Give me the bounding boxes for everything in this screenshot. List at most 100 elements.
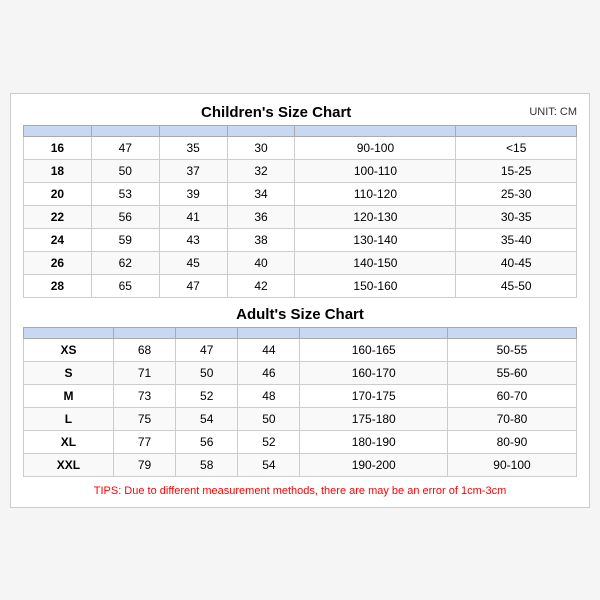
children-col-size — [24, 125, 92, 136]
table-cell: 30 — [227, 136, 295, 159]
table-cell: 100-110 — [295, 159, 456, 182]
children-title-row: Children's Size Chart UNIT: CM — [23, 104, 577, 121]
table-cell: 38 — [227, 228, 295, 251]
children-col-bust-w — [159, 125, 227, 136]
table-row: 20533934110-12025-30 — [24, 182, 577, 205]
table-cell: 58 — [176, 453, 238, 476]
table-row: 1647353090-100<15 — [24, 136, 577, 159]
children-col-pant-length — [227, 125, 295, 136]
table-cell: 75 — [113, 407, 175, 430]
table-cell: 62 — [91, 251, 159, 274]
chart-container: Children's Size Chart UNIT: CM 164735309… — [10, 93, 590, 508]
table-cell: 44 — [238, 338, 300, 361]
children-col-height — [295, 125, 456, 136]
table-cell: 50-55 — [447, 338, 576, 361]
table-cell: 47 — [91, 136, 159, 159]
table-cell: 28 — [24, 274, 92, 297]
table-cell: 59 — [91, 228, 159, 251]
table-cell: 70-80 — [447, 407, 576, 430]
adult-header-row — [24, 327, 577, 338]
table-cell: 47 — [159, 274, 227, 297]
table-row: L755450175-18070-80 — [24, 407, 577, 430]
children-chart-title: Children's Size Chart — [23, 104, 529, 121]
adult-col-height — [300, 327, 448, 338]
table-cell: 90-100 — [295, 136, 456, 159]
adult-title-row: Adult's Size Chart — [23, 306, 577, 323]
table-cell: 71 — [113, 361, 175, 384]
table-cell: 180-190 — [300, 430, 448, 453]
table-cell: 56 — [91, 205, 159, 228]
table-cell: 68 — [113, 338, 175, 361]
table-row: XXL795854190-20090-100 — [24, 453, 577, 476]
table-cell: 160-170 — [300, 361, 448, 384]
table-row: 22564136120-13030-35 — [24, 205, 577, 228]
table-cell: XL — [24, 430, 114, 453]
adult-col-top-length — [113, 327, 175, 338]
table-cell: 50 — [238, 407, 300, 430]
table-cell: L — [24, 407, 114, 430]
table-cell: 15-25 — [456, 159, 577, 182]
table-cell: 50 — [91, 159, 159, 182]
table-cell: 175-180 — [300, 407, 448, 430]
table-cell: 50 — [176, 361, 238, 384]
table-cell: 170-175 — [300, 384, 448, 407]
adult-col-size — [24, 327, 114, 338]
table-cell: 77 — [113, 430, 175, 453]
children-table-body: 1647353090-100<1518503732100-11015-25205… — [24, 136, 577, 297]
table-cell: 45-50 — [456, 274, 577, 297]
table-cell: 46 — [238, 361, 300, 384]
table-row: S715046160-17055-60 — [24, 361, 577, 384]
table-cell: 140-150 — [295, 251, 456, 274]
table-row: M735248170-17560-70 — [24, 384, 577, 407]
table-cell: 120-130 — [295, 205, 456, 228]
table-cell: 25-30 — [456, 182, 577, 205]
table-cell: 80-90 — [447, 430, 576, 453]
table-row: 24594338130-14035-40 — [24, 228, 577, 251]
table-cell: 18 — [24, 159, 92, 182]
table-cell: 54 — [176, 407, 238, 430]
table-cell: 79 — [113, 453, 175, 476]
table-row: 26624540140-15040-45 — [24, 251, 577, 274]
table-cell: 30-35 — [456, 205, 577, 228]
children-col-top-length — [91, 125, 159, 136]
table-cell: 40 — [227, 251, 295, 274]
table-cell: S — [24, 361, 114, 384]
table-row: XL775652180-19080-90 — [24, 430, 577, 453]
table-cell: 130-140 — [295, 228, 456, 251]
table-cell: 24 — [24, 228, 92, 251]
table-cell: 110-120 — [295, 182, 456, 205]
table-row: 18503732100-11015-25 — [24, 159, 577, 182]
table-cell: XS — [24, 338, 114, 361]
table-cell: 26 — [24, 251, 92, 274]
table-cell: 90-100 — [447, 453, 576, 476]
table-cell: 45 — [159, 251, 227, 274]
table-cell: 48 — [238, 384, 300, 407]
table-cell: 22 — [24, 205, 92, 228]
table-cell: 41 — [159, 205, 227, 228]
table-cell: <15 — [456, 136, 577, 159]
table-cell: 37 — [159, 159, 227, 182]
unit-label: UNIT: CM — [529, 106, 577, 118]
table-cell: 56 — [176, 430, 238, 453]
table-cell: 36 — [227, 205, 295, 228]
table-cell: 47 — [176, 338, 238, 361]
children-header-row — [24, 125, 577, 136]
children-col-weight — [456, 125, 577, 136]
table-cell: 42 — [227, 274, 295, 297]
table-cell: 55-60 — [447, 361, 576, 384]
table-cell: 32 — [227, 159, 295, 182]
adult-table-body: XS684744160-16550-55S715046160-17055-60M… — [24, 338, 577, 476]
table-cell: 35 — [159, 136, 227, 159]
table-row: XS684744160-16550-55 — [24, 338, 577, 361]
tips-text: TIPS: Due to different measurement metho… — [23, 485, 577, 497]
table-cell: 39 — [159, 182, 227, 205]
table-cell: 65 — [91, 274, 159, 297]
table-cell: 160-165 — [300, 338, 448, 361]
table-cell: 60-70 — [447, 384, 576, 407]
table-cell: 20 — [24, 182, 92, 205]
table-cell: M — [24, 384, 114, 407]
table-cell: XXL — [24, 453, 114, 476]
table-cell: 150-160 — [295, 274, 456, 297]
table-cell: 190-200 — [300, 453, 448, 476]
table-cell: 16 — [24, 136, 92, 159]
